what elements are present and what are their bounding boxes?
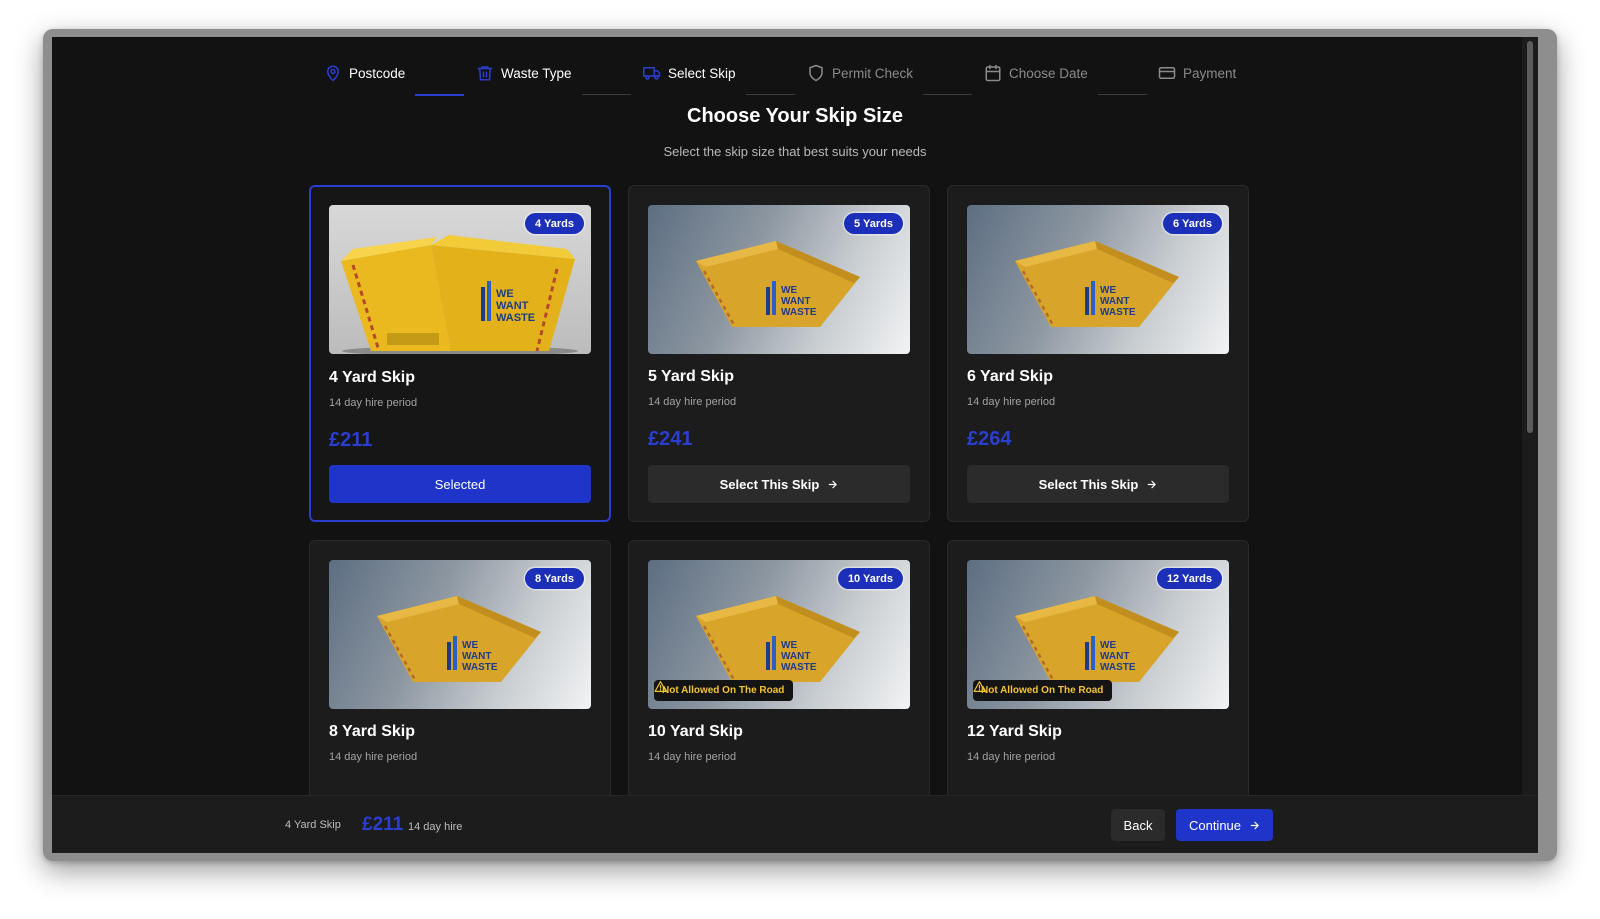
warning-triangle-icon [973, 681, 986, 692]
skip-image: WE WANT WASTE 12 Yards Not Allowed On Th… [967, 560, 1229, 709]
hire-period: 14 day hire period [648, 751, 737, 763]
step-postcode[interactable]: Postcode [324, 59, 405, 87]
app-screen: Postcode Waste Type Select Skip Permit C… [52, 37, 1538, 853]
road-warning-badge: Not Allowed On The Road [654, 680, 794, 701]
page-title: Choose Your Skip Size [687, 105, 903, 127]
size-badge: 10 Yards [837, 568, 903, 589]
svg-text:WE: WE [781, 640, 797, 651]
shield-icon [809, 64, 823, 82]
size-badge: 5 Yards [844, 213, 903, 234]
summary-skip-name: 4 Yard Skip [285, 819, 341, 831]
size-badge: 4 Yards [525, 213, 584, 234]
skip-name: 8 Yard Skip [329, 723, 415, 740]
step-connector [415, 94, 464, 96]
svg-text:WANT: WANT [496, 300, 529, 312]
truck-icon [643, 67, 661, 80]
skip-price: £241 [648, 428, 693, 450]
skip-image: WE WANT WASTE 4 Yards [329, 205, 591, 354]
step-payment[interactable]: Payment [1158, 59, 1236, 87]
map-pin-icon [327, 65, 339, 82]
svg-text:WE: WE [462, 640, 478, 651]
continue-label: Continue [1188, 817, 1242, 833]
svg-text:WE: WE [1100, 640, 1116, 651]
step-label: Permit Check [832, 65, 914, 81]
step-label: Select Skip [668, 65, 736, 81]
hire-period: 14 day hire period [967, 751, 1056, 763]
hire-period: 14 day hire period [648, 396, 737, 408]
hire-period: 14 day hire period [967, 396, 1056, 408]
svg-text:WANT: WANT [462, 651, 491, 662]
selection-summary-bar: 4 Yard Skip £211 14 day hire Back Contin… [52, 795, 1538, 853]
progress-stepper: Postcode Waste Type Select Skip Permit C… [52, 59, 1538, 96]
hire-period: 14 day hire period [329, 397, 418, 409]
step-connector [923, 94, 972, 95]
step-connector [1098, 94, 1147, 95]
step-label: Choose Date [1009, 65, 1088, 81]
warning-label: Not Allowed On The Road [662, 685, 785, 696]
skip-name: 4 Yard Skip [329, 369, 415, 386]
svg-text:WASTE: WASTE [1100, 307, 1136, 318]
step-permit-check[interactable]: Permit Check [807, 59, 913, 87]
skip-image: WE WANT WASTE 6 Yards [967, 205, 1229, 354]
trash-icon [477, 66, 493, 81]
step-select-skip[interactable]: Select Skip [643, 59, 736, 87]
skip-card-5-yard[interactable]: WE WANT WASTE 5 Yards 5 Yard Skip 14 day… [628, 185, 930, 522]
page-subtitle: Select the skip size that best suits you… [663, 144, 927, 159]
svg-text:WASTE: WASTE [496, 312, 535, 324]
selected-button[interactable]: Selected [329, 465, 591, 503]
size-badge: 12 Yards [1156, 568, 1222, 589]
svg-text:WANT: WANT [781, 296, 810, 307]
warning-triangle-icon [654, 681, 667, 692]
svg-text:WASTE: WASTE [462, 662, 498, 673]
credit-card-icon [1158, 67, 1176, 79]
svg-text:WASTE: WASTE [781, 307, 817, 318]
skip-card-6-yard[interactable]: WE WANT WASTE 6 Yards 6 Yard Skip 14 day… [947, 185, 1249, 522]
svg-text:WANT: WANT [1100, 296, 1129, 307]
select-skip-button[interactable]: Select This Skip [967, 465, 1229, 503]
step-label: Postcode [349, 65, 406, 81]
skip-name: 6 Yard Skip [967, 368, 1053, 385]
road-warning-badge: Not Allowed On The Road [973, 680, 1113, 701]
scrollbar-thumb[interactable] [1527, 41, 1533, 433]
back-button[interactable]: Back [1111, 809, 1165, 841]
skip-name: 12 Yard Skip [967, 723, 1062, 740]
cta-label: Selected [434, 476, 486, 492]
svg-text:WE: WE [496, 288, 514, 300]
cta-label: Select This Skip [1038, 476, 1139, 492]
continue-button[interactable]: Continue [1176, 809, 1273, 841]
hire-period: 14 day hire period [329, 751, 418, 763]
skip-name: 10 Yard Skip [648, 723, 743, 740]
skip-price: £211 [329, 429, 373, 451]
size-badge: 8 Yards [525, 568, 584, 589]
step-label: Waste Type [501, 65, 572, 81]
svg-text:WE: WE [781, 285, 797, 296]
size-badge: 6 Yards [1163, 213, 1222, 234]
step-connector [746, 94, 795, 95]
calendar-icon [985, 64, 1001, 82]
step-waste-type[interactable]: Waste Type [476, 59, 572, 87]
skip-price: £264 [967, 428, 1012, 450]
select-skip-button[interactable]: Select This Skip [648, 465, 910, 503]
summary-price: £211 [362, 814, 404, 835]
skip-image: WE WANT WASTE 5 Yards [648, 205, 910, 354]
svg-text:WE: WE [1100, 285, 1116, 296]
arrow-right-icon [1148, 480, 1157, 488]
cta-label: Select This Skip [719, 476, 820, 492]
skip-name: 5 Yard Skip [648, 368, 734, 385]
arrow-right-icon [829, 480, 838, 488]
step-choose-date[interactable]: Choose Date [984, 59, 1088, 87]
svg-text:WANT: WANT [781, 651, 810, 662]
warning-label: Not Allowed On The Road [981, 685, 1104, 696]
svg-text:WANT: WANT [1100, 651, 1129, 662]
svg-text:WASTE: WASTE [1100, 662, 1136, 673]
skip-card-4-yard[interactable]: WE WANT WASTE 4 Yards 4 Yard Skip 14 day… [309, 185, 611, 522]
summary-hire-period: 14 day hire [408, 821, 463, 833]
step-connector [582, 94, 631, 95]
svg-text:WASTE: WASTE [781, 662, 817, 673]
arrow-right-icon [1250, 821, 1259, 829]
skip-image: WE WANT WASTE 8 Yards [329, 560, 591, 709]
skip-image: WE WANT WASTE 10 Yards Not Allowed On Th… [648, 560, 910, 709]
step-label: Payment [1183, 65, 1237, 81]
